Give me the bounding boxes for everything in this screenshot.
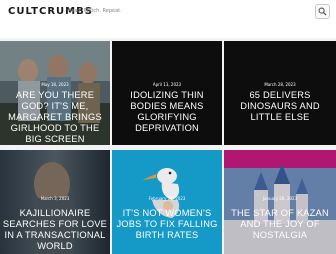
post-title[interactable]: IDOLIZING THIN BODIES MEANS GLORIFYING D…: [114, 90, 220, 134]
post-card[interactable]: January 28, 2023 THE STAR OF KAZAN AND T…: [224, 150, 336, 254]
post-date: February 18, 2023: [148, 196, 186, 201]
search-button[interactable]: [315, 4, 330, 19]
site-header: CULTCRUMBS Read. Watch. Repeat.: [0, 0, 336, 38]
post-card[interactable]: March 28, 2023 65 DELIVERS DINOSAURS AND…: [224, 41, 336, 145]
post-card[interactable]: April 13, 2023 IDOLIZING THIN BODIES MEA…: [112, 41, 222, 145]
post-date: April 13, 2023: [152, 82, 182, 87]
site-tagline: Read. Watch. Repeat.: [68, 8, 122, 14]
post-card[interactable]: March 3, 2023 KAJILLIONAIRE SEARCHES FOR…: [0, 150, 110, 254]
post-title[interactable]: IT'S NOT WOMEN'S JOBS TO FIX FALLING BIR…: [114, 208, 220, 241]
post-title[interactable]: 65 DELIVERS DINOSAURS AND LITTLE ELSE: [226, 90, 334, 123]
post-title[interactable]: KAJILLIONAIRE SEARCHES FOR LOVE IN A TRA…: [2, 208, 108, 252]
post-date: January 28, 2023: [262, 196, 298, 201]
post-date: March 28, 2023: [264, 82, 296, 87]
post-date: March 3, 2023: [40, 196, 70, 201]
search-icon: [318, 7, 327, 16]
post-title[interactable]: ARE YOU THERE GOD? IT'S ME, MARGARET BRI…: [2, 90, 108, 145]
post-card[interactable]: February 18, 2023 IT'S NOT WOMEN'S JOBS …: [112, 150, 222, 254]
post-card[interactable]: May 18, 2023 ARE YOU THERE GOD? IT'S ME,…: [0, 41, 110, 145]
post-title[interactable]: THE STAR OF KAZAN AND THE JOY OF NOSTALG…: [226, 208, 334, 241]
post-date: May 18, 2023: [41, 82, 69, 87]
